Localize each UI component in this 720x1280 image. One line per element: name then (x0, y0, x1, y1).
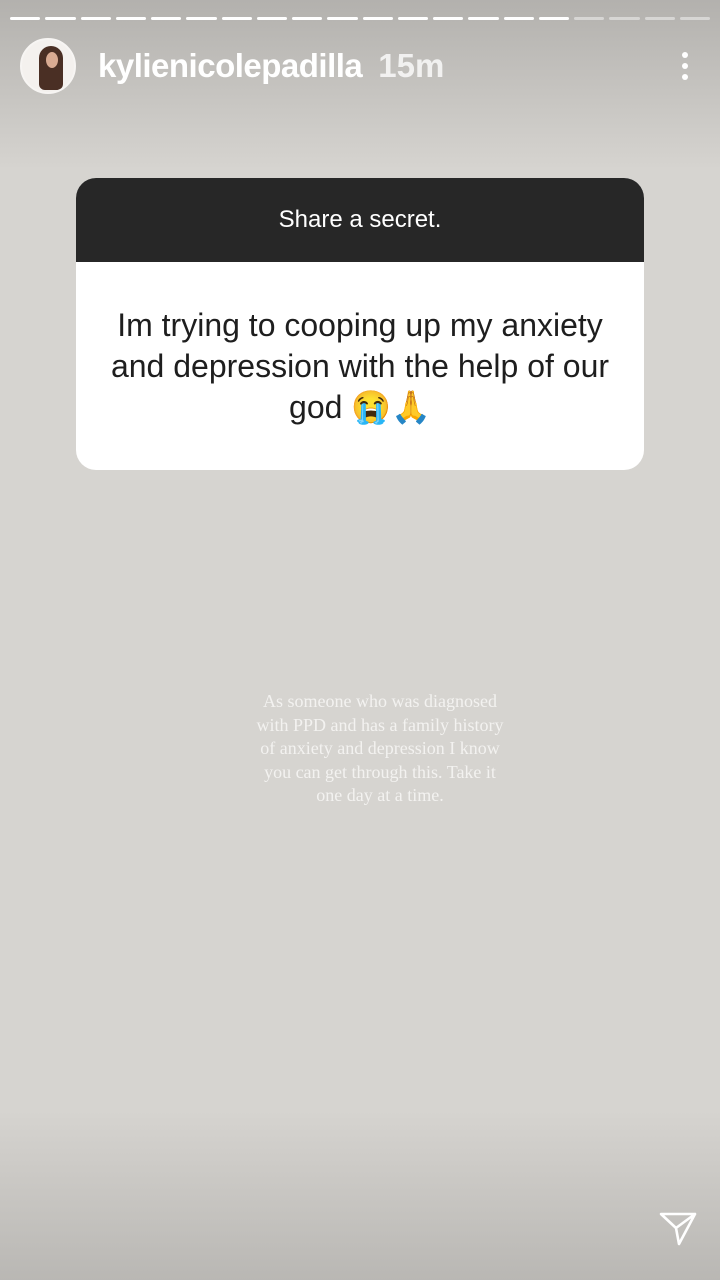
progress-segment (468, 17, 499, 20)
progress-segment (221, 17, 252, 20)
story-timestamp: 15m (378, 47, 445, 84)
progress-segment (186, 17, 217, 20)
question-answer: Im trying to cooping up my anxiety and d… (110, 306, 610, 425)
more-vertical-icon[interactable] (670, 46, 700, 86)
progress-segment (362, 17, 393, 20)
progress-segment (397, 17, 428, 20)
send-icon[interactable] (658, 1208, 698, 1248)
progress-segment (503, 17, 534, 20)
progress-segment (433, 17, 464, 20)
progress-segment (45, 17, 76, 20)
progress-segment (538, 17, 569, 20)
story-reply-text: As someone who was diagnosed with PPD an… (256, 691, 504, 805)
progress-segment (115, 17, 146, 20)
avatar[interactable] (20, 38, 76, 94)
progress-segment (679, 17, 710, 20)
progress-segment (644, 17, 675, 20)
progress-segment (609, 17, 640, 20)
progress-segment (151, 17, 182, 20)
question-sticker: Share a secret. Im trying to cooping up … (76, 178, 644, 470)
progress-segment (256, 17, 287, 20)
progress-segment (292, 17, 323, 20)
story-header: kylienicolepadilla 15m (20, 38, 700, 94)
username[interactable]: kylienicolepadilla (98, 47, 363, 85)
story-progress-bar (10, 17, 710, 21)
progress-segment (574, 17, 605, 20)
question-prompt: Share a secret. (76, 178, 644, 262)
progress-segment (327, 17, 358, 20)
progress-segment (10, 17, 41, 20)
progress-segment (80, 17, 111, 20)
bottom-gradient (0, 1110, 720, 1280)
